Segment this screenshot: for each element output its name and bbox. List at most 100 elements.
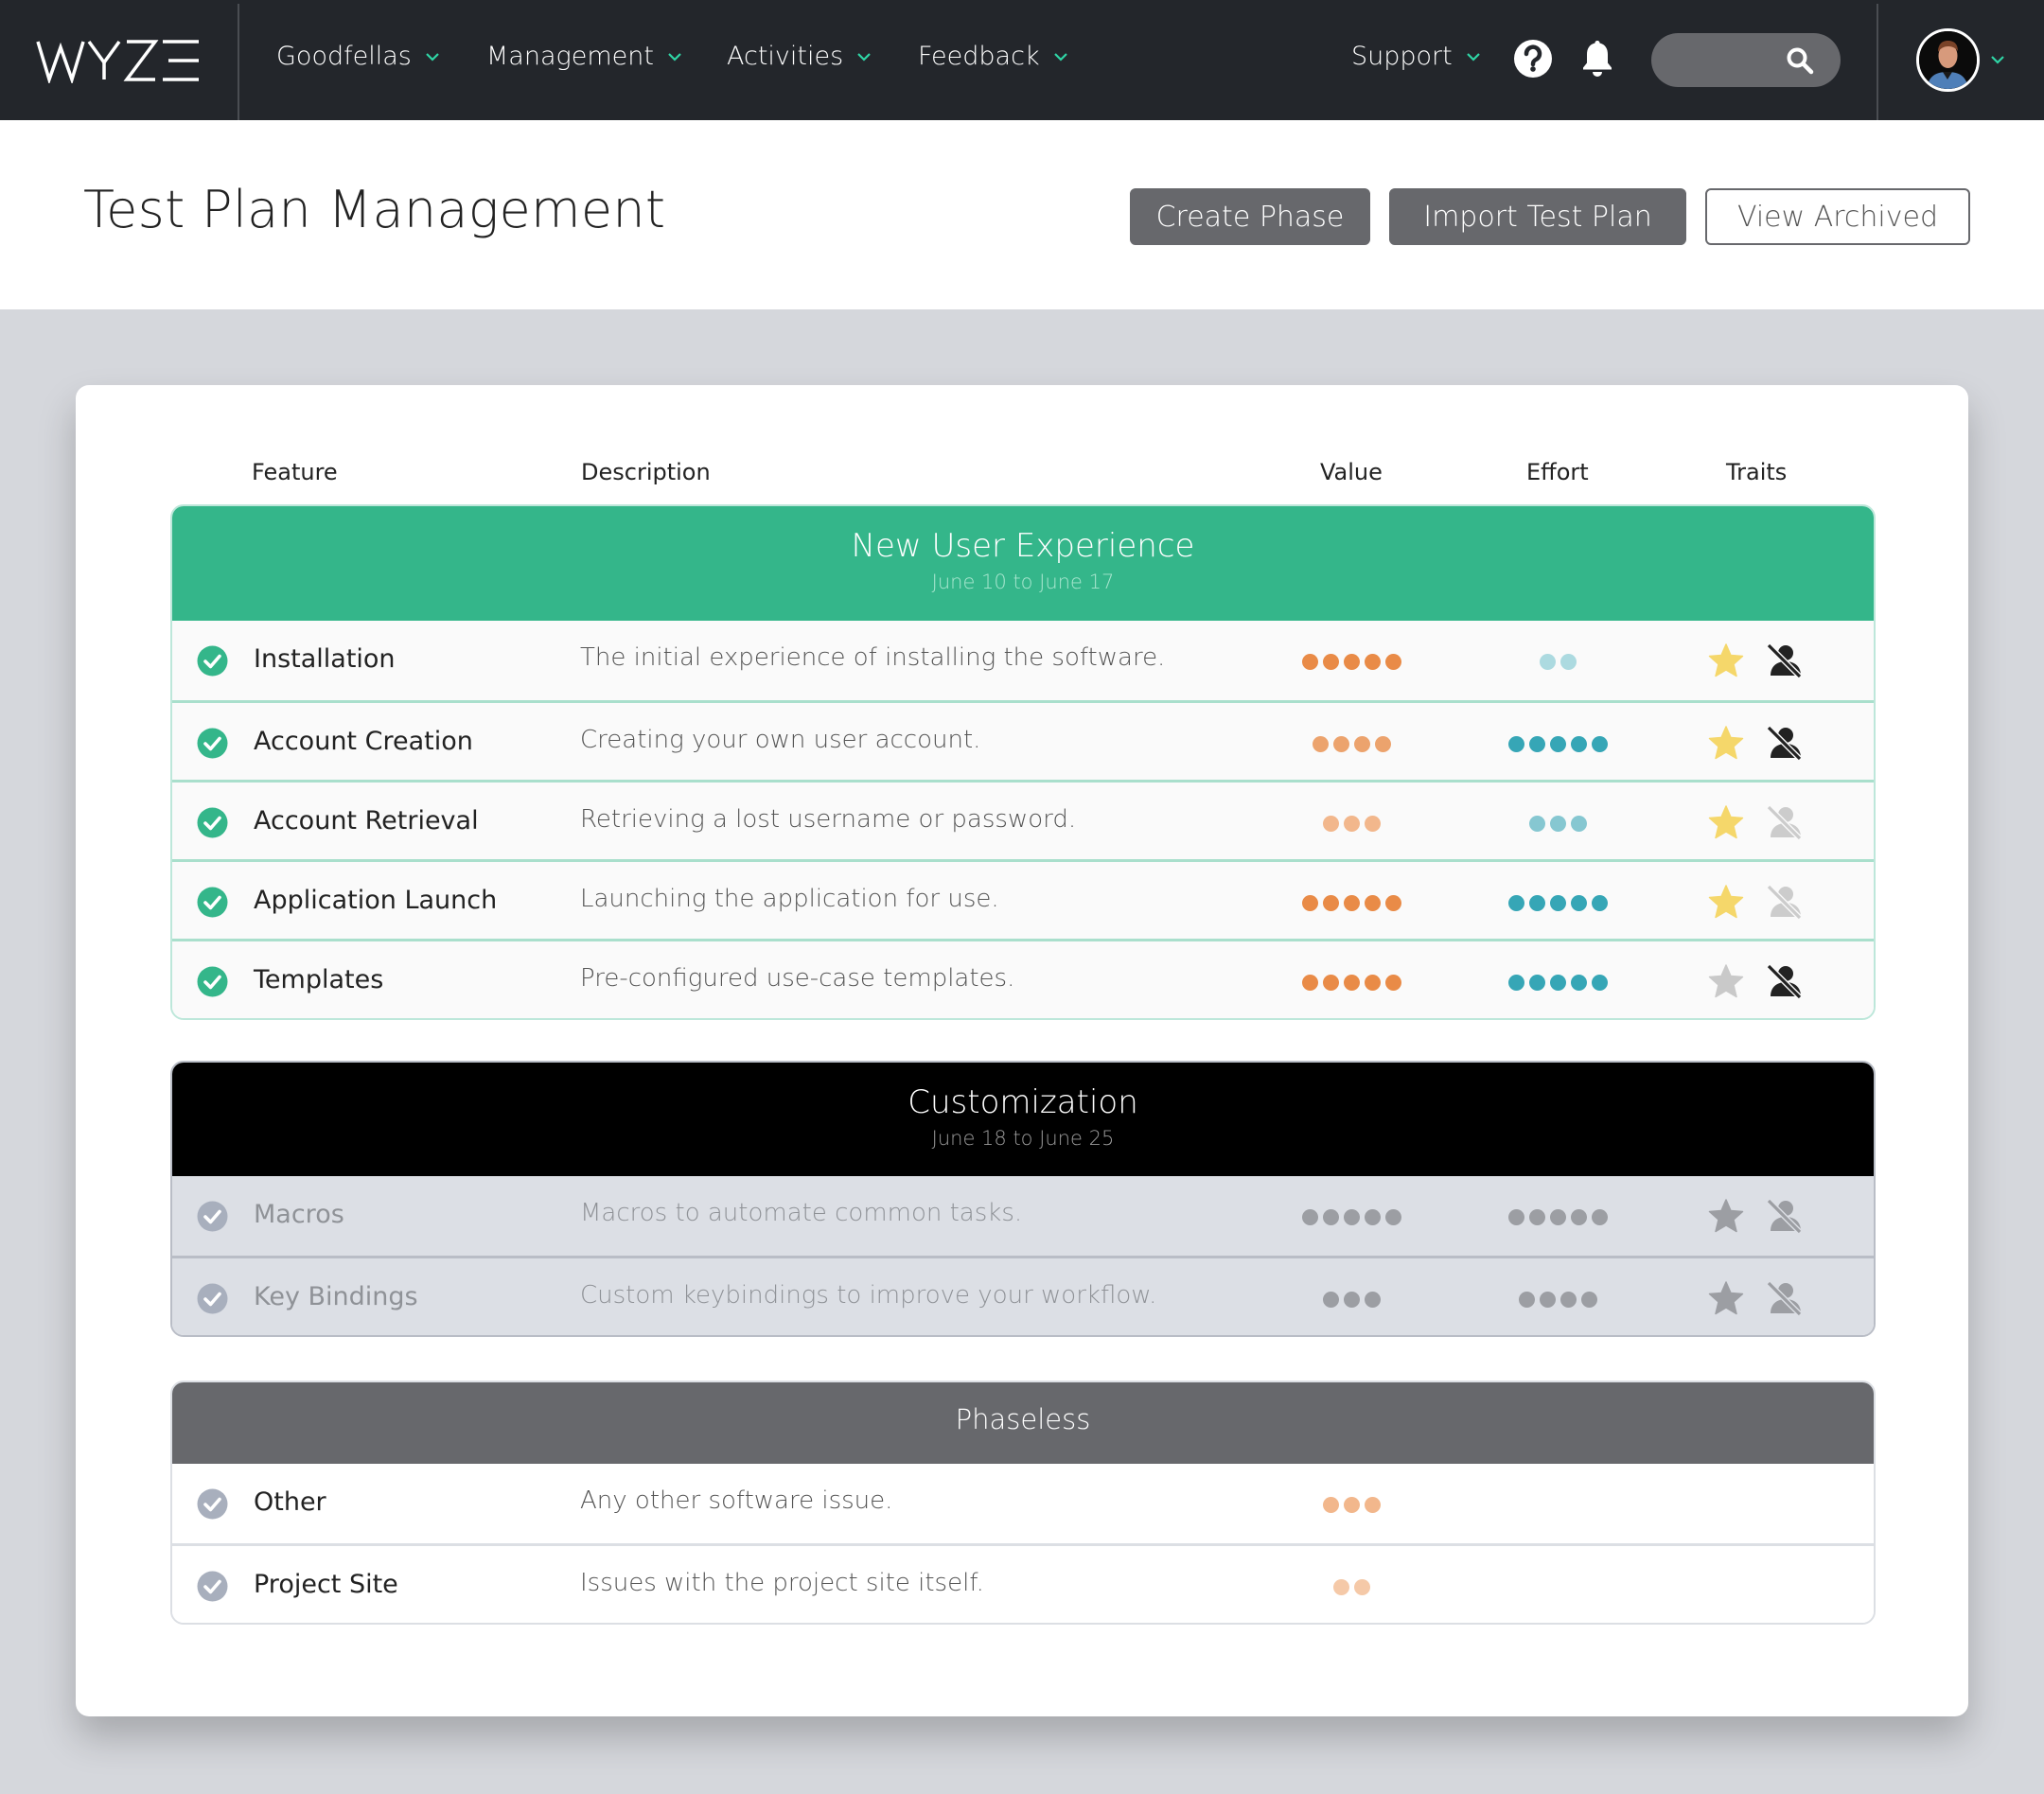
feature-row[interactable]: Other Any other software issue. — [172, 1464, 1874, 1543]
nav-item-management[interactable]: Management — [486, 42, 682, 71]
feature-name: Installation — [254, 644, 396, 674]
effort-rating[interactable] — [1507, 895, 1608, 911]
column-header-value[interactable]: Value — [1320, 459, 1383, 485]
value-dot — [1301, 654, 1318, 670]
check-circle-icon[interactable] — [197, 1201, 228, 1232]
value-dot — [1364, 1497, 1381, 1513]
user-slash-icon[interactable] — [1765, 1197, 1803, 1235]
phase-section-new-user-experience: New User Experience June 10 to June 17 I… — [170, 504, 1876, 1020]
effort-dot — [1570, 1209, 1587, 1225]
effort-rating[interactable] — [1518, 1292, 1597, 1308]
value-rating[interactable] — [1322, 1497, 1381, 1513]
star-icon[interactable] — [1707, 803, 1745, 841]
feature-row[interactable]: Key Bindings Custom keybindings to improv… — [172, 1256, 1874, 1335]
check-circle-icon[interactable] — [197, 966, 228, 997]
check-circle-icon[interactable] — [197, 1488, 228, 1520]
effort-dot — [1580, 1292, 1597, 1308]
user-slash-icon[interactable] — [1765, 962, 1803, 1000]
value-rating[interactable] — [1301, 654, 1401, 670]
bell-icon[interactable] — [1577, 38, 1618, 79]
nav-item-feedback[interactable]: Feedback — [918, 42, 1068, 71]
column-header-feature[interactable]: Feature — [252, 459, 338, 485]
effort-rating[interactable] — [1528, 816, 1587, 832]
star-icon[interactable] — [1707, 1279, 1745, 1317]
view-archived-button[interactable]: View Archived — [1705, 188, 1970, 245]
effort-dot — [1528, 736, 1545, 752]
search-input[interactable] — [1672, 44, 1786, 75]
column-header-traits[interactable]: Traits — [1726, 459, 1787, 485]
feature-row[interactable]: Installation The initial experience of in… — [172, 621, 1874, 700]
value-rating[interactable] — [1312, 736, 1391, 752]
nav-item-label: Management — [486, 42, 654, 71]
phase-header[interactable]: Phaseless — [172, 1382, 1874, 1464]
check-circle-icon[interactable] — [197, 1283, 228, 1314]
effort-dot — [1570, 895, 1587, 911]
user-slash-icon[interactable] — [1765, 1279, 1803, 1317]
user-slash-icon[interactable] — [1765, 883, 1803, 921]
check-circle-icon[interactable] — [197, 1571, 228, 1602]
feature-row[interactable]: Templates Pre-configured use-case templat… — [172, 939, 1874, 1018]
effort-rating[interactable] — [1507, 736, 1608, 752]
star-icon[interactable] — [1707, 724, 1745, 762]
effort-dot — [1507, 975, 1524, 991]
feature-row[interactable]: Project Site Issues with the project site… — [172, 1543, 1874, 1623]
feature-row[interactable]: Macros Macros to automate common tasks. — [172, 1176, 1874, 1256]
value-rating[interactable] — [1301, 1209, 1401, 1225]
star-icon[interactable] — [1707, 1197, 1745, 1235]
value-dot — [1343, 895, 1360, 911]
feature-description: Pre-configured use-case templates. — [580, 964, 1015, 993]
value-dot — [1322, 975, 1339, 991]
value-rating[interactable] — [1322, 816, 1381, 832]
column-header-description[interactable]: Description — [581, 459, 711, 485]
phase-dates: June 10 to June 17 — [931, 571, 1115, 593]
value-dot — [1343, 816, 1360, 832]
effort-dot — [1591, 1209, 1608, 1225]
user-slash-icon[interactable] — [1765, 642, 1803, 679]
search-icon[interactable] — [1786, 46, 1814, 75]
user-avatar[interactable] — [1916, 28, 1980, 92]
nav-item-support[interactable]: Support — [1351, 42, 1481, 71]
user-slash-icon[interactable] — [1765, 803, 1803, 841]
effort-dot — [1539, 1292, 1556, 1308]
phase-header[interactable]: Customization June 18 to June 25 — [172, 1063, 1874, 1176]
import-test-plan-button[interactable]: Import Test Plan — [1389, 188, 1686, 245]
feature-row[interactable]: Account Creation Creating your own user a… — [172, 700, 1874, 780]
nav-item-label: Activities — [727, 42, 844, 71]
feature-description: Launching the application for use. — [580, 885, 999, 913]
check-circle-icon[interactable] — [197, 645, 228, 677]
star-icon[interactable] — [1707, 883, 1745, 921]
user-slash-icon[interactable] — [1765, 724, 1803, 762]
value-rating[interactable] — [1322, 1292, 1381, 1308]
check-circle-icon[interactable] — [197, 728, 228, 759]
feature-description: Macros to automate common tasks. — [580, 1199, 1023, 1227]
value-dot — [1322, 1497, 1339, 1513]
chevron-down-icon[interactable] — [1990, 55, 2005, 64]
help-icon[interactable] — [1512, 38, 1554, 79]
value-dot — [1384, 1209, 1401, 1225]
value-rating[interactable] — [1332, 1579, 1370, 1595]
check-circle-icon[interactable] — [197, 807, 228, 838]
effort-rating[interactable] — [1507, 1209, 1608, 1225]
value-rating[interactable] — [1301, 895, 1401, 911]
feature-row[interactable]: Application Launch Launching the applicat… — [172, 859, 1874, 939]
effort-dot — [1507, 1209, 1524, 1225]
chevron-down-icon — [1466, 52, 1480, 62]
feature-name: Project Site — [254, 1570, 398, 1599]
value-rating[interactable] — [1301, 975, 1401, 991]
nav-item-activities[interactable]: Activities — [727, 42, 872, 71]
column-header-effort[interactable]: Effort — [1526, 459, 1589, 485]
star-icon[interactable] — [1707, 642, 1745, 679]
feature-name: Key Bindings — [254, 1282, 418, 1311]
create-phase-button[interactable]: Create Phase — [1130, 188, 1370, 245]
effort-rating[interactable] — [1539, 654, 1577, 670]
effort-rating[interactable] — [1507, 975, 1608, 991]
wyze-logo[interactable] — [36, 38, 202, 83]
feature-name: Application Launch — [254, 886, 498, 915]
phase-header[interactable]: New User Experience June 10 to June 17 — [172, 506, 1874, 621]
feature-row[interactable]: Account Retrieval Retrieving a lost usern… — [172, 780, 1874, 859]
search-box[interactable] — [1651, 33, 1841, 87]
star-icon[interactable] — [1707, 962, 1745, 1000]
value-dot — [1343, 1497, 1360, 1513]
check-circle-icon[interactable] — [197, 887, 228, 918]
nav-item-goodfellas[interactable]: Goodfellas — [276, 42, 440, 71]
